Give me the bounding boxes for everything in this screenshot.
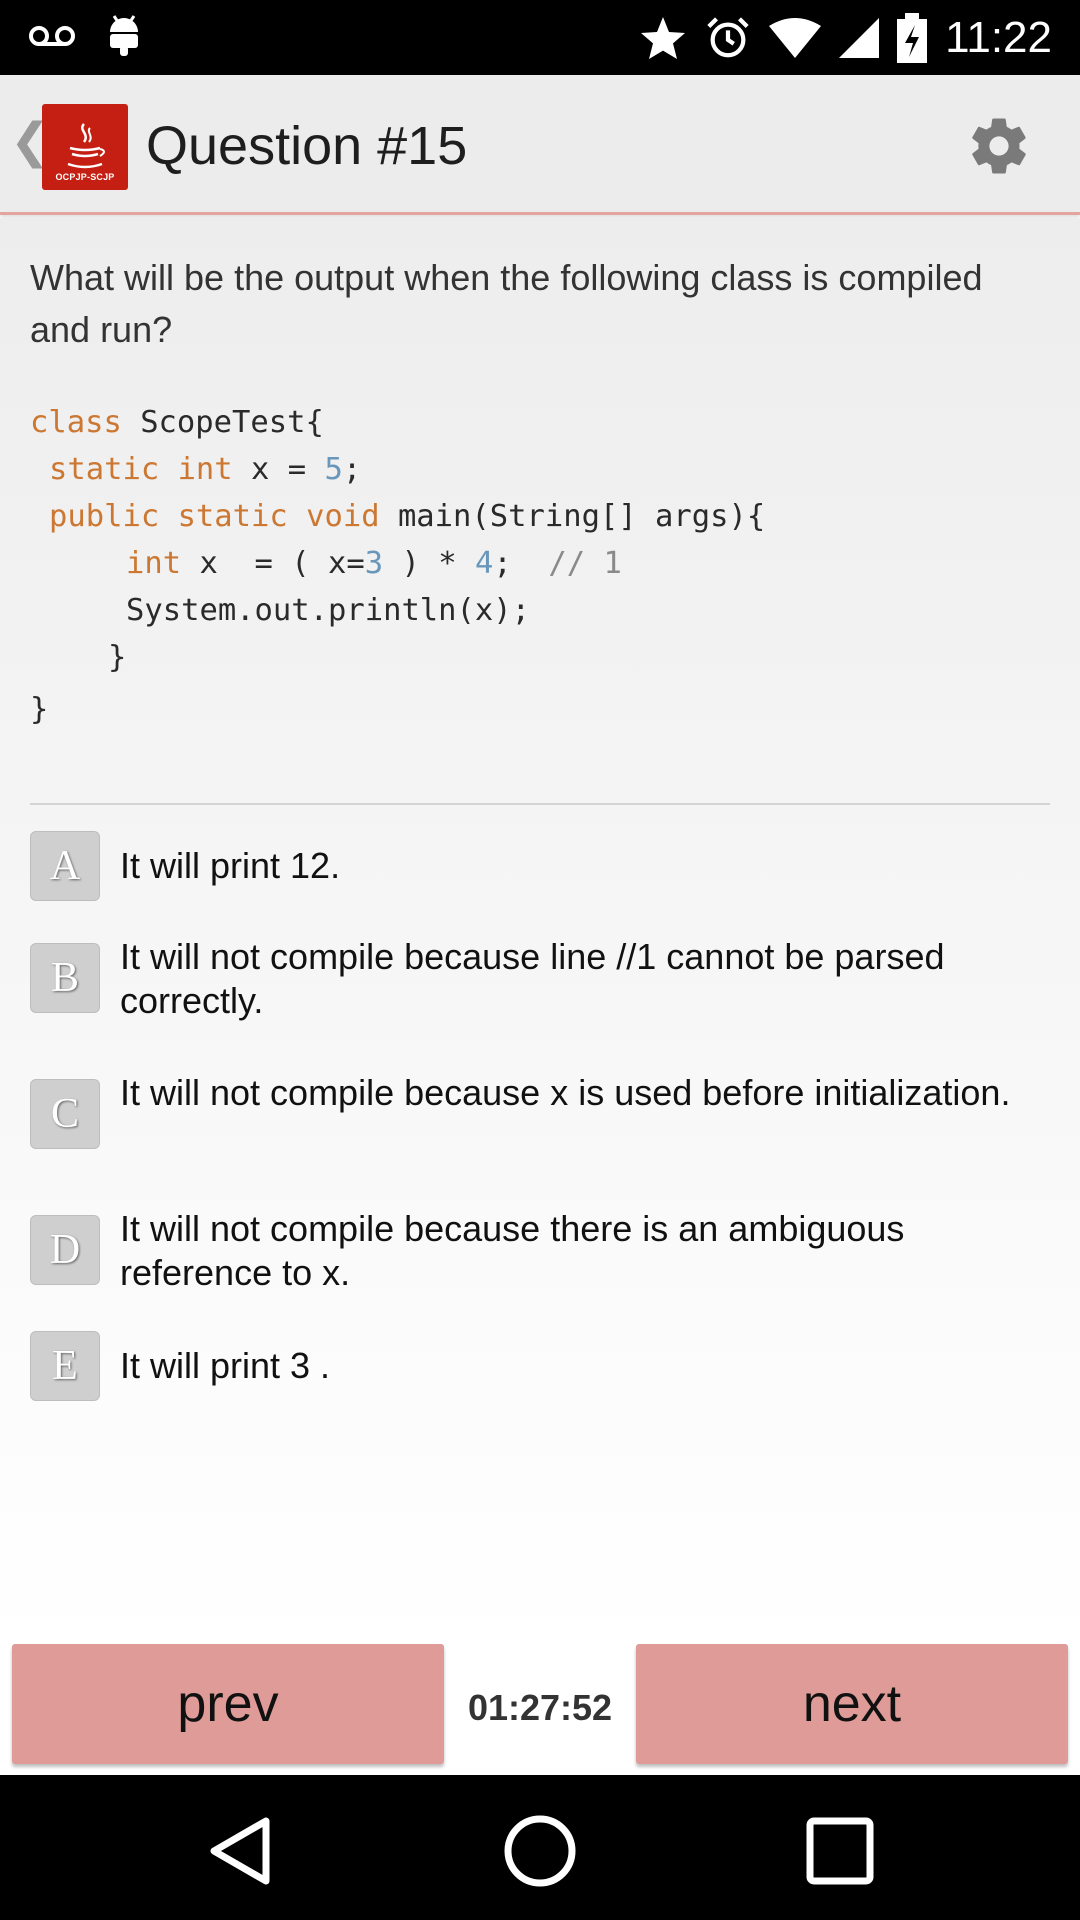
- home-circle-icon[interactable]: [500, 1811, 580, 1891]
- logo-text: OCPJP-SCJP: [55, 172, 115, 182]
- option-badge[interactable]: D: [30, 1215, 100, 1285]
- next-button[interactable]: next: [636, 1644, 1068, 1764]
- back-triangle-icon[interactable]: [200, 1811, 280, 1891]
- recents-square-icon[interactable]: [800, 1811, 880, 1891]
- timer: 01:27:52: [467, 1687, 613, 1728]
- option-text: It will print 3 .: [120, 1345, 331, 1386]
- option-badge[interactable]: C: [30, 1079, 100, 1149]
- question-content: What will be the output when the followi…: [0, 218, 1080, 1643]
- cell-signal-icon: [839, 18, 880, 58]
- code-line-1: class ScopeTest{: [30, 405, 324, 440]
- option-text: It will not compile because there is an …: [120, 1208, 905, 1293]
- option-badge[interactable]: A: [30, 831, 100, 901]
- code-line-4: int x = ( x=3 ) * 4; // 1: [126, 546, 622, 581]
- option-text: It will not compile because x is used be…: [120, 1072, 1011, 1113]
- status-bar: 11:22: [0, 0, 1080, 75]
- system-nav-bar: [0, 1775, 1080, 1920]
- option-text: It will not compile because line //1 can…: [120, 936, 945, 1021]
- app-logo[interactable]: OCPJP-SCJP: [42, 104, 128, 190]
- page-title: Question #15: [146, 116, 468, 176]
- code-line-2: static int x = 5;: [49, 452, 362, 487]
- code-line-6: }: [108, 640, 127, 675]
- option-badge[interactable]: B: [30, 943, 100, 1013]
- divider: [30, 803, 1050, 805]
- voicemail-icon: [29, 26, 75, 46]
- clock-time: 11:22: [945, 13, 1052, 62]
- wifi-icon: [769, 18, 822, 58]
- question-text: What will be the output when the followi…: [30, 257, 983, 350]
- prev-button[interactable]: prev: [12, 1644, 444, 1764]
- option-badge[interactable]: E: [30, 1331, 100, 1401]
- code-line-7: }: [30, 692, 49, 727]
- alarm-icon: [707, 17, 749, 58]
- battery-charging-icon: [897, 13, 928, 63]
- option-text: It will print 12.: [120, 845, 341, 886]
- code-line-3: public static void main(String[] args){: [49, 499, 766, 534]
- bottom-bar: prev 01:27:52 next: [0, 1643, 1080, 1775]
- action-bar: ❮ OCPJP-SCJP Question #15: [0, 75, 1080, 215]
- coffee-cup-icon: [67, 123, 105, 169]
- code-line-5: System.out.println(x);: [126, 593, 530, 628]
- android-icon: [110, 15, 138, 56]
- star-icon: [641, 17, 686, 59]
- gear-icon[interactable]: [966, 113, 1032, 179]
